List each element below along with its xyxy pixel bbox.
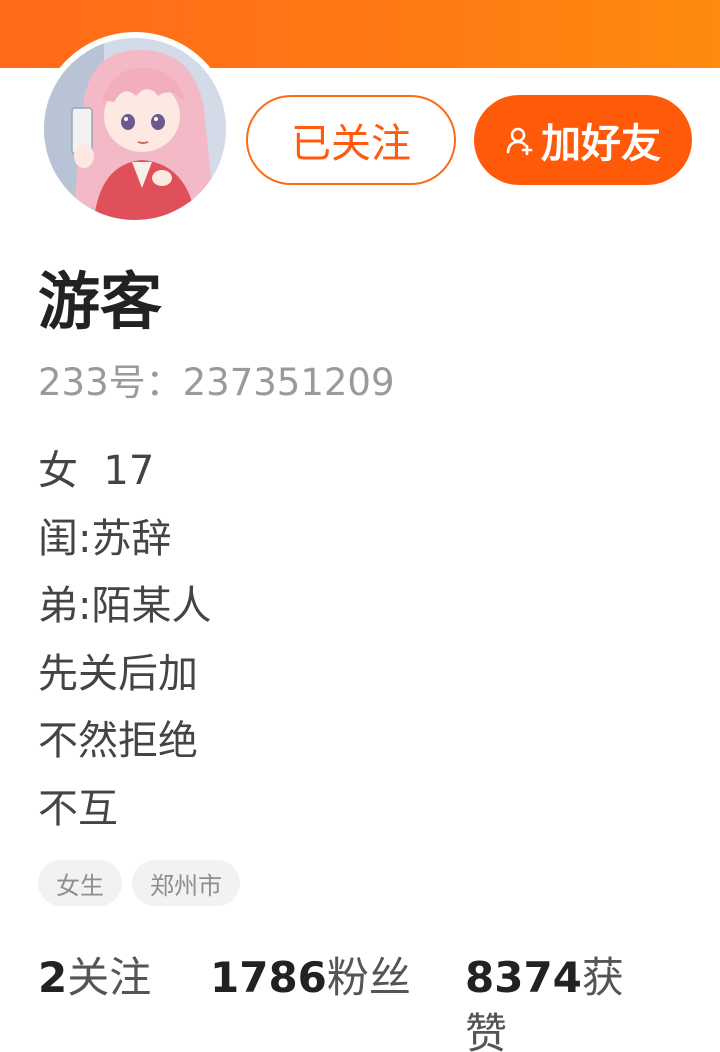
add-friend-button-label: 加好友 bbox=[541, 121, 661, 167]
bio-line: 不互 bbox=[38, 785, 118, 832]
nickname: 游客 bbox=[38, 265, 163, 338]
tag-location[interactable]: 郑州市 bbox=[132, 860, 240, 906]
add-friend-button[interactable]: 加好友 bbox=[474, 95, 692, 185]
avatar-image bbox=[44, 38, 226, 220]
bio-line: 女 17 bbox=[38, 448, 155, 494]
fans-count: 1786 bbox=[210, 953, 327, 1002]
stat-fans[interactable]: 1786粉丝 bbox=[210, 950, 411, 1006]
profile-tags: 女生 郑州市 bbox=[38, 860, 240, 906]
bio-line: 闺:苏辞 bbox=[38, 515, 172, 562]
tag-gender: 女生 bbox=[38, 860, 122, 906]
following-button-label: 已关注 bbox=[291, 121, 411, 167]
bio-line: 弟:陌某人 bbox=[38, 583, 212, 629]
avatar[interactable] bbox=[38, 32, 232, 226]
following-count: 2 bbox=[38, 953, 68, 1002]
profile-page: 已关注 加好友 游客 233号：237351209 女 17 闺:苏辞 弟:陌某… bbox=[0, 0, 720, 1052]
add-user-icon bbox=[505, 125, 535, 155]
following-button[interactable]: 已关注 bbox=[246, 95, 456, 185]
stat-likes[interactable]: 8374获赞 bbox=[465, 950, 635, 1052]
fans-label: 粉丝 bbox=[326, 953, 411, 1002]
bio-line: 先关后加 bbox=[38, 650, 198, 697]
following-label: 关注 bbox=[67, 953, 152, 1002]
bio-line: 不然拒绝 bbox=[38, 718, 198, 764]
likes-count: 8374 bbox=[465, 953, 582, 1002]
bio: 女 17 闺:苏辞 弟:陌某人 先关后加 不然拒绝 不互 bbox=[38, 438, 211, 843]
user-id[interactable]: 233号：237351209 bbox=[38, 358, 395, 408]
stat-following[interactable]: 2关注 bbox=[38, 950, 151, 1006]
